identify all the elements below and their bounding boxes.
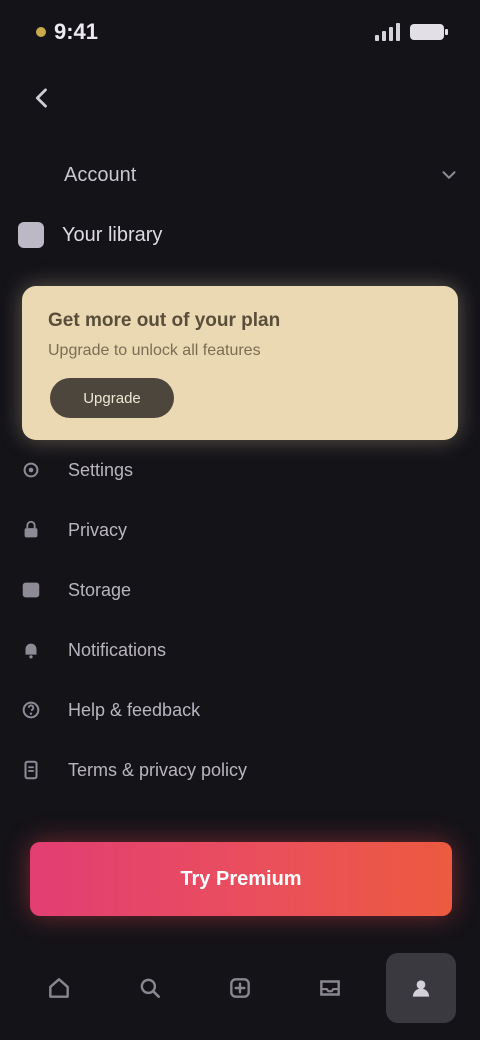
chevron-down-icon xyxy=(442,171,456,179)
lock-icon xyxy=(20,519,42,541)
profile-icon xyxy=(412,980,429,997)
tab-search[interactable] xyxy=(115,953,185,1023)
status-right xyxy=(375,23,448,41)
doc-icon xyxy=(20,759,42,781)
tab-inbox[interactable] xyxy=(295,953,365,1023)
account-switcher[interactable]: Account xyxy=(40,150,460,200)
chevron-left-icon xyxy=(35,88,47,108)
recording-dot-icon xyxy=(36,27,46,37)
menu-item-help[interactable]: Help & feedback xyxy=(0,680,480,740)
box-icon xyxy=(20,579,42,601)
premium-cta-button[interactable]: Try Premium xyxy=(30,842,452,916)
promo-card[interactable]: Get more out of your plan Upgrade to unl… xyxy=(22,286,458,440)
current-section-label: Your library xyxy=(62,223,163,246)
inbox-icon xyxy=(320,980,341,996)
promo-subtitle: Upgrade to unlock all features xyxy=(48,342,261,359)
help-icon xyxy=(20,699,42,721)
tab-add[interactable] xyxy=(205,953,275,1023)
status-time: 9:41 xyxy=(54,19,99,44)
menu-item-settings[interactable]: Settings xyxy=(0,440,480,500)
settings-menu: Settings Privacy Storage Notifications H… xyxy=(0,440,480,800)
upgrade-button[interactable]: Upgrade xyxy=(50,378,174,418)
add-icon xyxy=(230,978,250,998)
menu-item-terms[interactable]: Terms & privacy policy xyxy=(0,740,480,800)
signal-icon xyxy=(375,23,400,41)
app-screen: 9:41 Account Your library Get more out o… xyxy=(0,0,480,1040)
bottom-nav xyxy=(0,936,480,1040)
current-section[interactable]: Your library xyxy=(18,212,418,258)
bell-icon xyxy=(20,639,42,661)
gear-icon xyxy=(20,459,42,481)
menu-item-label: Privacy xyxy=(68,519,128,540)
menu-item-label: Settings xyxy=(68,459,134,480)
tab-profile[interactable] xyxy=(385,953,456,1023)
battery-icon xyxy=(410,24,448,40)
promo-title: Get more out of your plan xyxy=(48,310,281,331)
account-name: Account xyxy=(64,163,137,186)
menu-item-storage[interactable]: Storage xyxy=(0,560,480,620)
menu-item-label: Storage xyxy=(68,579,132,600)
menu-item-label: Help & feedback xyxy=(68,699,201,720)
menu-item-privacy[interactable]: Privacy xyxy=(0,500,480,560)
home-icon xyxy=(49,978,70,998)
status-bar: 9:41 xyxy=(0,0,480,64)
tab-home[interactable] xyxy=(24,953,94,1023)
status-left: 9:41 xyxy=(36,19,98,45)
menu-item-label: Notifications xyxy=(68,639,167,660)
menu-item-label: Terms & privacy policy xyxy=(68,759,248,780)
search-icon xyxy=(140,978,160,998)
back-button[interactable] xyxy=(22,80,62,116)
library-icon xyxy=(18,222,44,248)
menu-item-notifications[interactable]: Notifications xyxy=(0,620,480,680)
